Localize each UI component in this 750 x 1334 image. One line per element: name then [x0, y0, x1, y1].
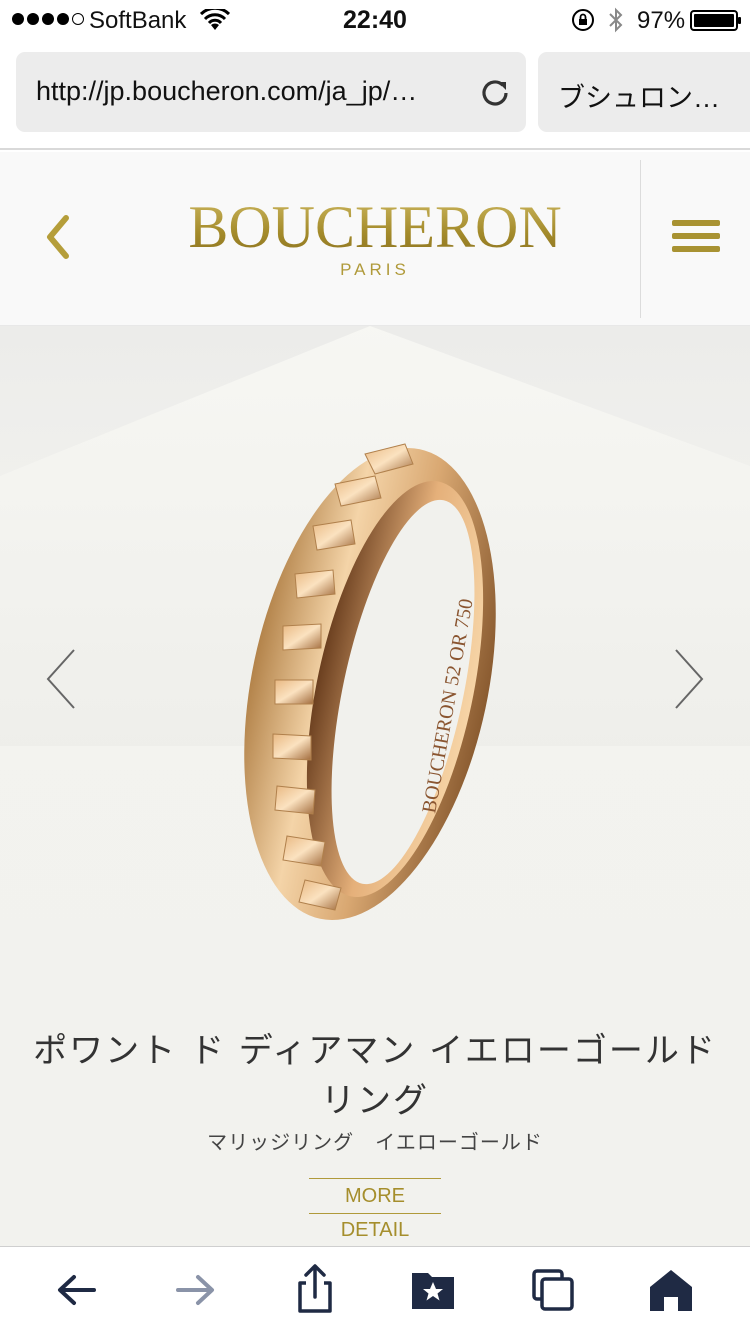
reload-icon[interactable] — [478, 76, 512, 110]
url-text[interactable]: http://jp.boucheron.com/ja_jp/… — [36, 76, 417, 107]
brand-logo[interactable]: BOUCHERON PARIS — [180, 196, 570, 280]
battery-percent: 97% — [637, 7, 686, 34]
share-icon[interactable] — [292, 1263, 338, 1315]
tab-title-text[interactable]: ブシュロン… — [558, 76, 720, 115]
back-chevron-icon[interactable] — [40, 212, 76, 262]
site-header: BOUCHERON PARIS — [0, 152, 750, 326]
product-carousel[interactable]: BOUCHERON 52 OR 750 ポワント ド ディアマン イエローゴール… — [0, 326, 750, 1246]
tabs-icon[interactable] — [530, 1267, 576, 1313]
home-icon[interactable] — [648, 1267, 694, 1313]
ring-image: BOUCHERON 52 OR 750 — [244, 443, 496, 921]
more-detail-link[interactable]: MORE DETAIL — [309, 1178, 441, 1241]
carousel-next-icon[interactable] — [672, 648, 706, 710]
orientation-lock-icon — [572, 9, 594, 31]
bookmarks-icon[interactable] — [410, 1267, 456, 1313]
brand-subtitle: PARIS — [340, 260, 410, 279]
brand-name: BOUCHERON — [180, 196, 570, 258]
tab-title-button[interactable]: ブシュロン… — [538, 52, 750, 132]
status-bar: SoftBank 22:40 97% — [0, 0, 750, 40]
product-category: マリッジリング イエローゴールド — [207, 1132, 543, 1154]
product-title-line2: リング — [321, 1081, 429, 1121]
bluetooth-icon — [609, 7, 623, 33]
back-icon[interactable] — [54, 1267, 100, 1313]
browser-bar: http://jp.boucheron.com/ja_jp/… ブシュロン… — [0, 40, 750, 150]
hamburger-menu-icon[interactable] — [672, 220, 720, 258]
browser-toolbar — [0, 1246, 750, 1334]
product-title: ポワント ド ディアマン イエローゴールド リング — [30, 1026, 720, 1126]
address-bar[interactable]: http://jp.boucheron.com/ja_jp/… — [16, 52, 526, 132]
product-title-line1: ポワント ド ディアマン イエローゴールド — [33, 1031, 717, 1071]
header-divider — [640, 160, 641, 318]
battery-icon — [690, 10, 741, 31]
carousel-prev-icon[interactable] — [44, 648, 78, 710]
forward-icon[interactable] — [172, 1267, 218, 1313]
